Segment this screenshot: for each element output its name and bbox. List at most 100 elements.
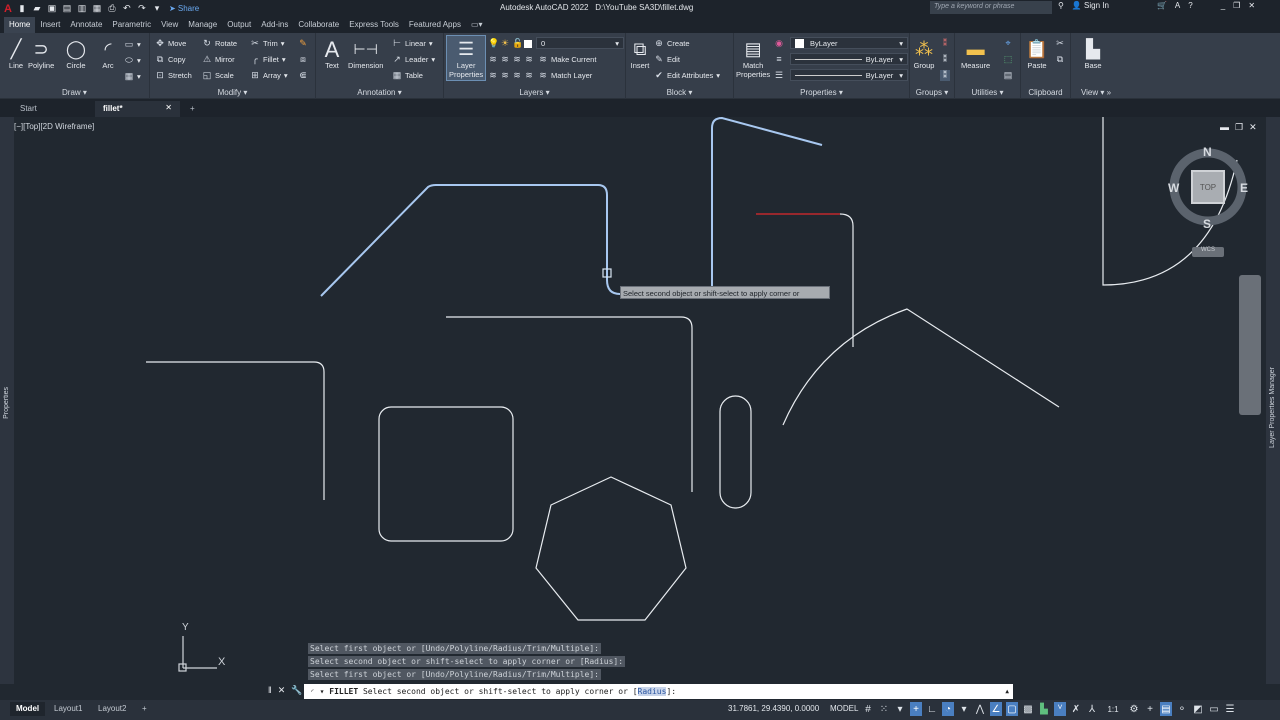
tab-add-ins[interactable]: Add-ins — [256, 17, 293, 33]
isodraft-icon[interactable]: ▾ — [958, 702, 970, 716]
workspace-switch-icon[interactable]: ▭▾ — [466, 17, 488, 33]
viewport-restore-icon[interactable]: ❐ — [1235, 122, 1243, 133]
annotation-monitor-icon[interactable]: + — [1144, 702, 1156, 716]
coordinates-readout[interactable]: 31.7861, 29.4390, 0.0000 — [728, 704, 819, 713]
linear-button[interactable]: ⊢ Linear ▾ — [392, 38, 433, 49]
polyline-button[interactable]: ⊃ Polyline — [28, 37, 54, 71]
customize-icon[interactable]: ▾ — [152, 3, 162, 14]
share-button[interactable]: ➤ Share — [169, 4, 199, 13]
layer-off-icon[interactable]: ≋ — [488, 54, 498, 65]
help-icon[interactable]: ? — [1188, 1, 1192, 10]
move-button[interactable]: ✥ Move — [155, 38, 186, 49]
tab-parametric[interactable]: Parametric — [107, 17, 156, 33]
match-properties-button[interactable]: ▤ Match Properties — [736, 37, 770, 80]
tab-insert[interactable]: Insert — [35, 17, 65, 33]
navigation-bar[interactable] — [1239, 275, 1261, 415]
base-button[interactable]: ▙ Base — [1081, 37, 1105, 71]
circle-button[interactable]: ◯ Circle — [64, 37, 88, 71]
annotation-panel-label[interactable]: Annotation ▾ — [316, 88, 443, 97]
group-edit-icon[interactable]: ⁑ — [940, 54, 950, 65]
compass-south[interactable]: S — [1203, 217, 1211, 231]
properties-panel-label[interactable]: Properties ▾ — [734, 88, 909, 97]
leader-button[interactable]: ↗ Leader ▾ — [392, 54, 435, 65]
lineweight-dropdown[interactable]: ByLayer ▾ — [790, 53, 908, 65]
redo-icon[interactable]: ↷ — [137, 3, 147, 14]
tab-output[interactable]: Output — [222, 17, 256, 33]
quick-select-icon[interactable]: ⬚ — [1003, 54, 1013, 65]
selection-filter-icon[interactable]: ▙ — [1038, 702, 1050, 716]
search-icon[interactable]: ⚲ — [1058, 1, 1064, 10]
layer-properties-palette[interactable]: Layer Properties Manager — [1266, 117, 1280, 684]
linetype-dropdown[interactable]: ByLayer ▾ — [790, 69, 908, 81]
autodesk-account-icon[interactable]: A — [1175, 1, 1180, 10]
edit-block-button[interactable]: ✎ Edit — [654, 54, 680, 65]
tab-layout1[interactable]: Layout1 — [48, 702, 88, 716]
copy-button[interactable]: ⧉ Copy — [155, 54, 186, 65]
sun-icon[interactable]: ☀ — [500, 38, 510, 49]
groups-panel-label[interactable]: Groups ▾ — [910, 88, 954, 97]
annotation-scale-value[interactable]: 1:1 — [1102, 702, 1124, 716]
block-panel-label[interactable]: Block ▾ — [626, 88, 733, 97]
explode-button[interactable]: ⧈ — [298, 54, 308, 65]
close-command-icon[interactable]: ✕ — [278, 685, 286, 696]
cut-icon[interactable]: ✂ — [1055, 38, 1065, 49]
paste-button[interactable]: 📋 Paste — [1025, 37, 1049, 71]
tab-model[interactable]: Model — [10, 702, 46, 716]
ungroup-icon[interactable]: ⁑ — [940, 38, 950, 49]
object-snap-tracking-icon[interactable]: ⋀ — [974, 702, 986, 716]
radius-option[interactable]: Radius — [637, 687, 667, 696]
transparency-icon[interactable]: ▩ — [1022, 702, 1034, 716]
copy-clip-icon[interactable]: ⧉ — [1055, 54, 1065, 65]
create-block-button[interactable]: ⊕ Create — [654, 38, 689, 49]
calculator-icon[interactable]: ▤ — [1003, 70, 1013, 81]
quick-properties-icon[interactable]: ⚬ — [1176, 702, 1188, 716]
tab-manage[interactable]: Manage — [183, 17, 222, 33]
stretch-button[interactable]: ⊡ Stretch — [155, 70, 192, 81]
plot-icon[interactable]: ▦ — [92, 3, 102, 14]
save-icon[interactable]: ▣ — [47, 3, 57, 14]
layer-properties-button[interactable]: ☰ Layer Properties — [446, 35, 487, 81]
scale-button[interactable]: ◱ Scale — [202, 70, 234, 81]
tab-home[interactable]: Home — [4, 17, 36, 33]
polar-tracking-icon[interactable]: ◔ — [942, 702, 954, 716]
fillet-button[interactable]: ╭ Fillet ▾ — [250, 54, 285, 65]
compass-east[interactable]: E — [1240, 181, 1248, 195]
viewport-close-icon[interactable]: ✕ — [1249, 122, 1257, 133]
workspace-gear-icon[interactable]: ⚙ — [1128, 702, 1140, 716]
tab-start[interactable]: Start — [12, 101, 92, 117]
text-button[interactable]: A Text — [320, 37, 344, 70]
snap-icon[interactable]: ⁙ — [878, 702, 890, 716]
rotate-button[interactable]: ↻ Rotate — [202, 38, 237, 49]
object-snap-icon[interactable]: ∠ — [990, 702, 1002, 716]
trim-button[interactable]: ✂ Trim ▾ — [250, 38, 284, 49]
tab-express-tools[interactable]: Express Tools — [344, 17, 404, 33]
group-button[interactable]: ⁂ Group — [912, 37, 936, 71]
compass-north[interactable]: N — [1203, 145, 1212, 159]
minimize-icon[interactable]: _ — [1221, 1, 1225, 10]
grid-icon[interactable]: # — [862, 702, 874, 716]
match-layer-button[interactable]: ≋ Match Layer — [538, 70, 592, 81]
layer-isolate-icon[interactable]: ≋ — [500, 54, 510, 65]
layers-panel-label[interactable]: Layers ▾ — [444, 88, 625, 97]
web-mobile-icon[interactable]: ▥ — [77, 3, 87, 14]
layer-thaw-icon[interactable]: ≋ — [512, 70, 522, 81]
layer-dropdown[interactable]: 0 ▾ — [536, 37, 624, 49]
command-history-toggle-icon[interactable]: ▲ — [1005, 688, 1009, 695]
utilities-panel-label[interactable]: Utilities ▾ — [955, 88, 1020, 97]
insert-button[interactable]: ⧉ Insert — [628, 37, 652, 71]
close-icon[interactable]: ✕ — [1248, 1, 1255, 10]
print-icon[interactable]: ⎙ — [107, 3, 117, 14]
line-button[interactable]: ╱ Line — [4, 37, 28, 71]
layer-freeze-icon[interactable]: ≋ — [512, 54, 522, 65]
array-button[interactable]: ⊞ Array ▾ — [250, 70, 287, 81]
command-line-input[interactable]: ◜ ▾ FILLET Select second object or shift… — [304, 684, 1013, 699]
layer-unlock-icon[interactable]: ≋ — [524, 70, 534, 81]
customize-wrench-icon[interactable]: 🔧 — [291, 685, 302, 696]
save-as-icon[interactable]: ▤ — [62, 3, 72, 14]
layer-on-icon[interactable]: ≋ — [488, 70, 498, 81]
tab-view[interactable]: View — [156, 17, 183, 33]
drawing-canvas[interactable]: Y X — [14, 117, 1266, 684]
restore-icon[interactable]: ❐ — [1233, 1, 1240, 10]
wcs-menu[interactable]: WCS — [1192, 247, 1224, 257]
table-button[interactable]: ▦ Table — [392, 70, 423, 81]
